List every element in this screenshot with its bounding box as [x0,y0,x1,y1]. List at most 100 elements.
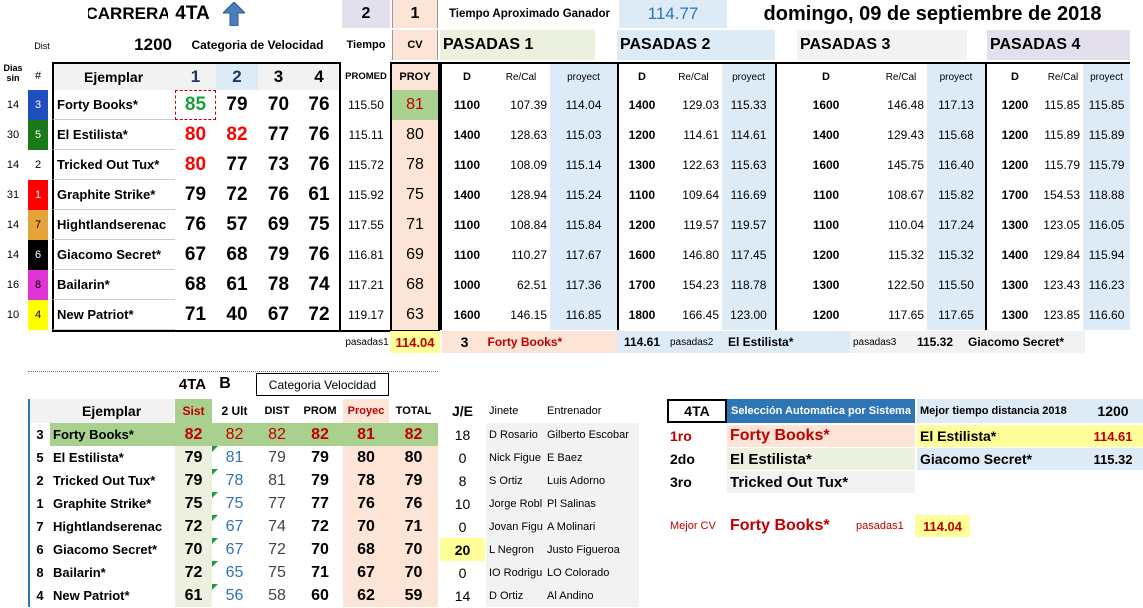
lower-je: 0 [458,518,467,535]
horse-name[interactable]: Bailarin* [52,270,175,300]
horse-name[interactable]: El Estilista* [52,120,175,150]
pasadas3-d-header: D [775,62,875,90]
pasadas4-proyect-header: proyect [1083,62,1130,90]
up-arrow-icon[interactable] [222,2,246,26]
pasadas4-recal: 115.79 [1044,158,1080,172]
lower-dist: 79 [268,448,286,466]
pasadas3-d: 1600 [775,150,875,180]
lower-total: 76 [389,492,438,515]
lower-horse-name[interactable]: Tricked Out Tux* [50,469,175,492]
lower-total: 80 [389,446,438,469]
pasadas4-recal: 123.43 [1043,278,1080,292]
pasadas3-recal: 122.50 [887,278,924,292]
pasadas4-d: 1700 [985,180,1043,210]
pasadas3-recal-header: Re/Cal [875,62,927,90]
pasadas4-proyect: 115.89 [1083,120,1130,150]
lower-ult: 67 [212,538,257,561]
lower-horse-name[interactable]: Hightlandserenac [50,515,175,538]
pasadas4-recal-header: Re/Cal [1043,62,1083,90]
pasadas4-recal: 115.85 [1044,98,1080,112]
speed-s3: 67 [267,304,290,325]
horse-name[interactable]: New Patriot* [52,300,175,330]
pasadas4-proyect: 118.88 [1083,180,1130,210]
pasadas2-proyect: 115.33 [722,90,775,120]
lower-dist: 75 [268,563,286,581]
lower-horse-name[interactable]: New Patriot* [50,584,175,607]
post-number: 6 [28,240,48,270]
cv-label: CV [392,30,438,60]
lower-horse-name[interactable]: Giacomo Secret* [50,538,175,561]
pasadas1-d: 1100 [440,210,492,240]
summary-horse1: Forty Books* [487,335,563,349]
promed-header: PROMED [345,70,387,82]
lower-prom: 71 [311,563,329,581]
lower-entrenador: E Baez [544,446,639,469]
speed-s2: 72 [226,184,248,205]
lower-post-number: 8 [28,561,50,584]
speed-s4: 76 [299,90,341,120]
lower-horse-name[interactable]: Forty Books* [50,423,175,446]
pasadas2-recal: 166.45 [682,308,719,322]
mejor-tiempo-h2: Giacomo Secret* [917,448,1083,470]
lower-entrenador: Luis Adorno [544,469,639,492]
second-place-name: El Estilista* [727,448,915,470]
summary-pasadas3-label: pasadas3 [850,331,905,353]
pasadas2-recal-header: Re/Cal [665,62,722,90]
pasadas3-d: 1200 [775,240,875,270]
tiempo-col-label: Tiempo [346,39,386,51]
horse-name[interactable]: Graphite Strike* [52,180,175,210]
speed-s4: 75 [299,210,341,240]
pasadas2-proyect: 114.61 [722,120,775,150]
lower-entrenador-header: Entrenador [547,405,602,417]
col2-header: 2 [216,62,258,90]
speed-s2: 68 [226,244,248,265]
lower-prom: 79 [311,448,329,466]
pasadas2-d: 1700 [617,270,665,300]
post-number: 7 [28,210,48,240]
horse-name[interactable]: Giacomo Secret* [52,240,175,270]
horse-name[interactable]: Forty Books* [52,90,175,120]
lower-horse-name[interactable]: Graphite Strike* [50,492,175,515]
lower-total: 59 [389,584,438,607]
speed-s3: 73 [267,154,290,175]
speed-s1: 68 [184,274,207,295]
comment-marker-icon [212,515,218,521]
pasadas2-recal: 154.23 [682,278,719,292]
pasadas1-proyect: 114.04 [550,90,617,120]
race-label: 4TA [175,3,210,24]
third-place-label: 3ro [670,474,692,490]
pasadas4-proyect: 115.79 [1083,150,1130,180]
horse-name[interactable]: Tricked Out Tux* [52,150,175,180]
pasadas4-label: PASADAS 4 [987,30,1130,60]
pasadas4-d-header: D [985,62,1043,90]
pasadas1-recal: 128.63 [510,128,547,142]
proy-header: PROY [390,62,440,90]
lower-entrenador: Justo Figueroa [544,538,639,561]
proy-cell: 75 [390,180,440,210]
lower-horse-name[interactable]: El Estilista* [50,446,175,469]
pasadas1-recal: 108.84 [510,218,547,232]
mejor-tiempo-h1: El Estilista* [917,425,1083,447]
speed-s2: 79 [226,94,248,115]
pasadas2-d: 1200 [617,210,665,240]
proy-cell: 69 [390,240,440,270]
speed-s3: 76 [267,184,290,205]
speed-s3: 77 [267,124,290,145]
comment-marker-icon [212,469,218,475]
lower-horse-name[interactable]: Bailarin* [50,561,175,584]
speed-s3: 70 [267,94,290,115]
lower-sist: 79 [175,446,212,469]
pasadas1-recal: 110.27 [511,248,547,262]
pasadas4-proyect: 115.85 [1083,90,1130,120]
speed-s4: 76 [299,120,341,150]
pasadas4-proyect: 115.94 [1083,240,1130,270]
proy-cell: 80 [390,120,440,150]
comment-marker-icon [212,538,218,544]
date-label: domingo, 09 de septiembre de 2018 [763,2,1102,25]
speed-s4: 76 [299,150,341,180]
pasadas3-d: 1100 [775,180,875,210]
horse-name[interactable]: Hightlandserenac [52,210,175,240]
lower-proyec: 81 [343,423,389,446]
lower-sist: 75 [175,492,212,515]
lower-prom: 60 [311,586,329,604]
